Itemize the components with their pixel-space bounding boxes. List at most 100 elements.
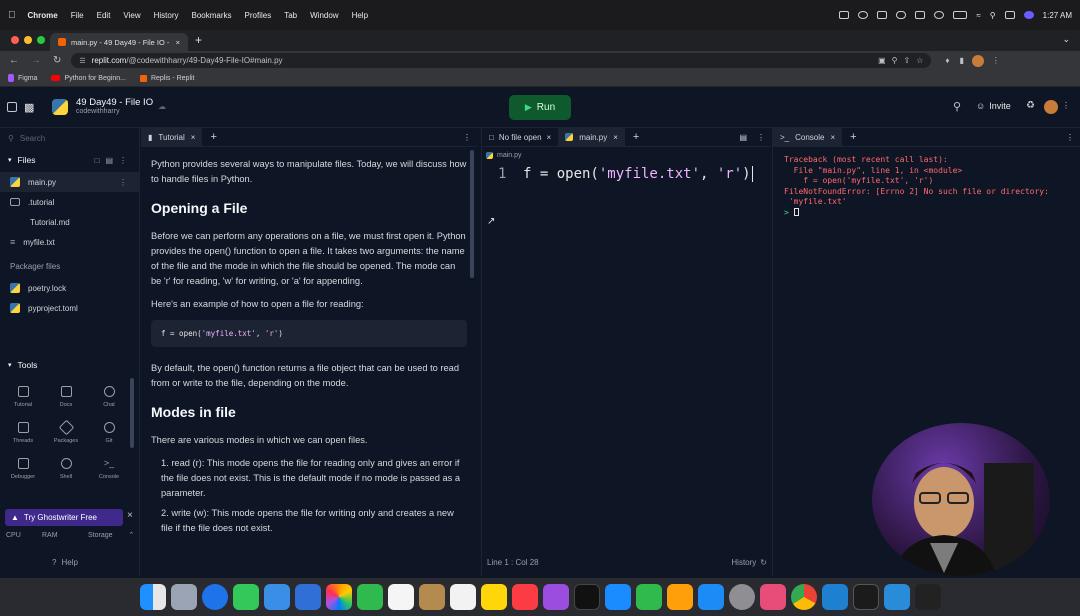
menu-tab[interactable]: Tab	[284, 11, 297, 20]
menu-app-name[interactable]: Chrome	[28, 11, 58, 20]
tool-console[interactable]: >_ Console	[92, 458, 126, 480]
notes-icon[interactable]	[480, 584, 507, 610]
maps-icon[interactable]	[294, 584, 321, 610]
tool-shell[interactable]: Shell	[49, 458, 83, 480]
panel-options-icon[interactable]: ⋮	[1066, 133, 1074, 142]
safari-icon[interactable]	[201, 584, 228, 610]
project-name[interactable]: 49 Day49 - File IO	[76, 97, 153, 108]
files-section-header[interactable]: ▾ Files □ ▤ ⋮	[0, 148, 139, 172]
tab-console[interactable]: >_ Console ×	[773, 127, 843, 147]
code-text[interactable]: f = open('myfile.txt', 'r')	[523, 166, 751, 182]
close-tab-icon[interactable]: ×	[176, 38, 180, 47]
clock[interactable]: 1:27 AM	[1043, 11, 1072, 20]
tool-chat[interactable]: Chat	[92, 386, 126, 408]
mail-icon[interactable]	[263, 584, 290, 610]
numbers-icon[interactable]	[635, 584, 662, 610]
add-tab-button[interactable]: +	[210, 131, 216, 143]
close-tab-icon[interactable]: ×	[830, 133, 835, 142]
wifi-icon[interactable]: ≈	[976, 11, 980, 20]
feedback-icon[interactable]	[759, 584, 786, 610]
cloud-icon[interactable]	[896, 11, 907, 19]
search-icon[interactable]: ⚲	[953, 100, 961, 113]
app-store-icon[interactable]	[697, 584, 724, 610]
terminal-icon[interactable]	[852, 584, 879, 610]
user-avatar[interactable]	[1044, 100, 1058, 114]
file-item-poetry-lock[interactable]: poetry.lock	[0, 278, 139, 298]
pages-icon[interactable]	[666, 584, 693, 610]
bookmark-star-icon[interactable]: ☆	[916, 56, 923, 65]
run-button[interactable]: ▶ Run	[509, 95, 571, 120]
control-center-icon[interactable]	[1004, 11, 1015, 19]
tool-threads[interactable]: Threads	[6, 422, 40, 444]
siri-icon[interactable]	[1023, 11, 1034, 19]
zoom-icon[interactable]: ⚲	[892, 56, 898, 65]
more-menu-icon[interactable]: ⋮	[1062, 101, 1070, 110]
battery-icon[interactable]	[953, 11, 968, 19]
settings-icon[interactable]	[728, 584, 755, 610]
apple-icon[interactable]: 	[8, 10, 16, 21]
tools-section-header[interactable]: ▾ Tools	[8, 360, 37, 370]
close-ghostwriter-icon[interactable]: ×	[127, 510, 133, 521]
status-icon[interactable]	[877, 11, 888, 19]
site-info-icon[interactable]: ☰	[79, 57, 85, 65]
ghostwriter-button[interactable]: ▲ Try Ghostwriter Free	[5, 509, 123, 526]
browser-tab-main[interactable]: main.py - 49 Day49 - File IO - ×	[50, 33, 188, 51]
code-block[interactable]: f = open('myfile.txt', 'r')	[151, 320, 467, 347]
close-window-button[interactable]	[11, 36, 19, 44]
cursor-position[interactable]: Line 1 : Col 28	[487, 558, 539, 567]
chevron-up-icon[interactable]: ⌃	[129, 531, 135, 539]
reminders-icon[interactable]	[449, 584, 476, 610]
bookmark-replit[interactable]: Replis - Replit	[139, 74, 195, 82]
tool-tutorial[interactable]: Tutorial	[6, 386, 40, 408]
add-tab-button[interactable]: +	[850, 131, 856, 143]
profile-avatar[interactable]	[971, 54, 984, 67]
menu-history[interactable]: History	[154, 11, 179, 20]
tab-no-file[interactable]: □ No file open ×	[482, 128, 558, 147]
tool-git[interactable]: Git	[92, 422, 126, 444]
tab-search-icon[interactable]: ⌄	[1062, 34, 1070, 45]
sidepanel-icon[interactable]: ▮	[959, 56, 963, 65]
file-options-icon[interactable]: ⋮	[119, 178, 127, 187]
help-button[interactable]: ? Help	[52, 558, 78, 567]
podcasts-icon[interactable]	[542, 584, 569, 610]
music-icon[interactable]	[511, 584, 538, 610]
record-icon[interactable]	[934, 11, 945, 19]
code-line-1[interactable]: 1 f = open('myfile.txt', 'r')	[482, 163, 771, 185]
resource-usage[interactable]: CPU RAM Storage ⌃	[6, 531, 135, 540]
tab-tutorial[interactable]: ▮ Tutorial ×	[141, 128, 203, 147]
facetime-icon[interactable]	[356, 584, 383, 610]
more-options-icon[interactable]: ⋮	[119, 156, 127, 165]
file-item-main-py[interactable]: main.py ⋮	[0, 172, 139, 192]
photos-icon[interactable]	[325, 584, 352, 610]
display-icon[interactable]	[915, 11, 926, 19]
panel-options-icon[interactable]: ⋮	[463, 133, 471, 142]
tv-icon[interactable]	[573, 584, 600, 610]
tab-main-py[interactable]: main.py ×	[558, 127, 625, 147]
reload-icon[interactable]: ↻	[53, 55, 61, 66]
back-icon[interactable]: ←	[9, 55, 19, 66]
file-item-myfile-txt[interactable]: ≡ myfile.txt	[0, 232, 139, 252]
messages-icon[interactable]	[232, 584, 259, 610]
status-icon[interactable]	[858, 11, 869, 19]
history-button[interactable]: History ↻	[731, 558, 767, 567]
tool-docs[interactable]: Docs	[49, 386, 83, 408]
menu-edit[interactable]: Edit	[97, 11, 111, 20]
project-info[interactable]: 49 Day49 - File IO codewithharry	[76, 97, 153, 115]
bookmark-python[interactable]: Python for Beginn...	[51, 75, 126, 82]
keynote-icon[interactable]	[604, 584, 631, 610]
menu-window[interactable]: Window	[310, 11, 338, 20]
launchpad-icon[interactable]	[170, 584, 197, 610]
tool-debugger[interactable]: Debugger	[6, 458, 40, 480]
file-item-pyproject-toml[interactable]: pyproject.toml	[0, 298, 139, 318]
console-output[interactable]: Traceback (most recent call last): File …	[773, 147, 1080, 226]
menu-help[interactable]: Help	[352, 11, 368, 20]
new-tab-button[interactable]: +	[195, 33, 202, 47]
split-view-icon[interactable]: ▤	[739, 133, 747, 142]
replit-logo-icon[interactable]: ▩	[24, 101, 34, 114]
tutorial-scrollbar[interactable]	[470, 150, 474, 278]
app-icon[interactable]	[914, 584, 941, 610]
project-owner[interactable]: codewithharry	[76, 108, 153, 115]
search-input[interactable]: ⚲ Search	[0, 128, 139, 148]
address-bar[interactable]: ☰ replit.com/@codewithharry/49-Day49-Fil…	[71, 53, 932, 68]
extensions-icon[interactable]: ♦	[945, 56, 949, 65]
